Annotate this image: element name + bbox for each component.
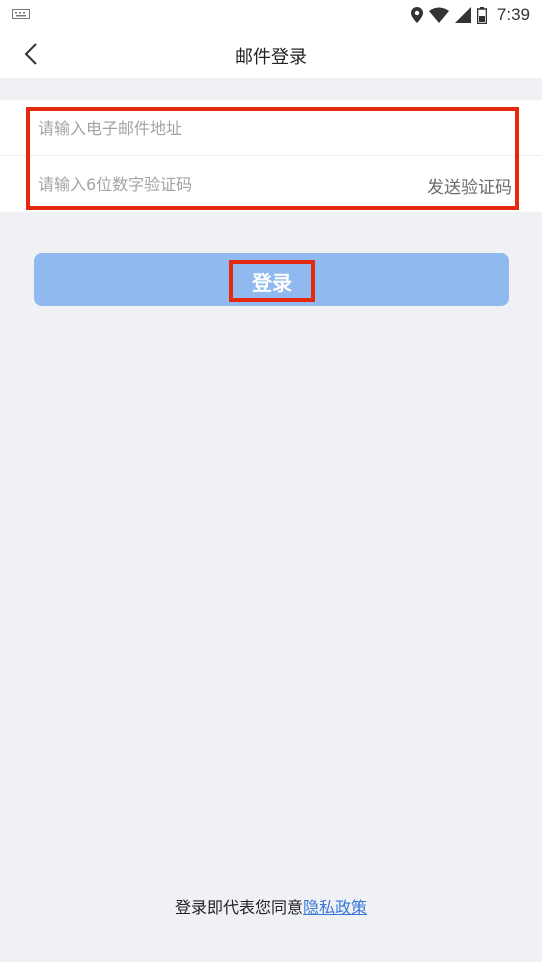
clock-time: 7:39 xyxy=(496,5,530,24)
privacy-policy-link[interactable]: 隐私政策 xyxy=(303,898,367,917)
nav-bar: 邮件登录 xyxy=(0,30,542,78)
agreement-prefix: 登录即代表您同意 xyxy=(174,898,303,917)
wifi-icon xyxy=(428,7,449,23)
email-field[interactable] xyxy=(38,112,398,144)
code-row: 发送验证码 xyxy=(0,156,542,212)
login-form: 发送验证码 xyxy=(0,100,542,212)
battery-icon xyxy=(476,6,487,24)
location-icon xyxy=(410,7,423,23)
keyboard-icon xyxy=(12,9,30,19)
send-code-button[interactable]: 发送验证码 xyxy=(427,173,512,198)
page-title: 邮件登录 xyxy=(235,47,307,68)
agreement-text: 登录即代表您同意隐私政策 xyxy=(0,894,542,918)
email-row xyxy=(0,100,542,156)
login-label-highlight: 登录 xyxy=(229,260,315,302)
verification-code-field[interactable] xyxy=(38,168,398,200)
login-button[interactable]: 登录 xyxy=(34,253,509,306)
email-login-screen: 7:39 邮件登录 发送验证码 登录 登录即代表您同意隐私政策 xyxy=(0,0,542,962)
signal-icon xyxy=(454,7,471,23)
login-button-label: 登录 xyxy=(252,270,292,295)
status-bar: 7:39 xyxy=(0,0,542,30)
